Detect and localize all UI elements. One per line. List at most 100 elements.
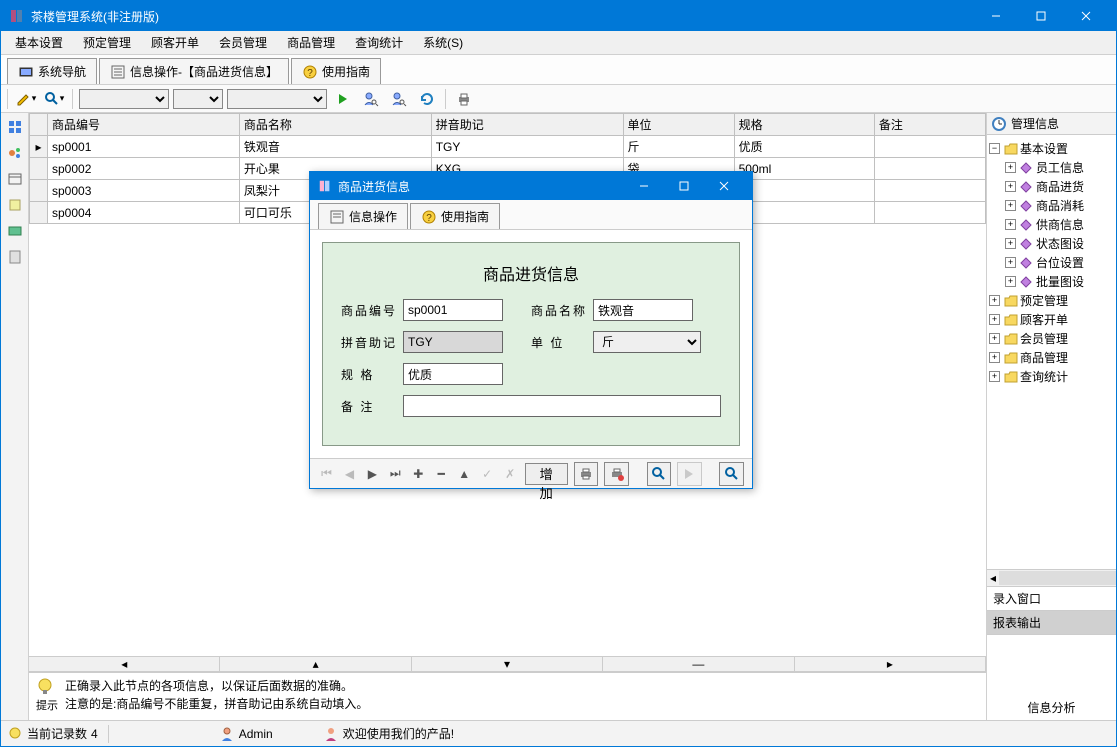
play-btn[interactable] [677, 462, 702, 486]
nav-last[interactable]: ⏭ [387, 465, 404, 483]
menu-reserve[interactable]: 预定管理 [73, 31, 141, 54]
nav-edit[interactable]: ▲ [456, 465, 473, 483]
print-add-btn[interactable] [604, 462, 629, 486]
nav-cancel[interactable]: ✗ [502, 465, 519, 483]
right-footer[interactable]: 信息分析 [987, 695, 1116, 720]
status-welcome: 欢迎使用我们的产品! [343, 725, 454, 742]
sidebar-btn-5[interactable] [5, 221, 25, 241]
preview-btn[interactable] [647, 462, 672, 486]
tree-collapse[interactable]: − [989, 143, 1000, 154]
print-button[interactable] [452, 88, 476, 110]
input-name[interactable] [593, 299, 693, 321]
edit-button[interactable]: ▾ [14, 88, 38, 110]
tree-node[interactable]: +台位设置 [989, 253, 1114, 272]
tree-node[interactable]: +批量图设 [989, 272, 1114, 291]
app-icon [318, 179, 332, 193]
col-remark[interactable]: 备注 [874, 114, 985, 136]
nav-del[interactable]: ━ [433, 465, 450, 483]
tab-help[interactable]: ? 使用指南 [291, 58, 381, 84]
sidebar-btn-3[interactable] [5, 169, 25, 189]
main-tabbar: 系统导航 信息操作-【商品进货信息】 ? 使用指南 [1, 55, 1116, 85]
nav-prev[interactable]: ◀ [341, 465, 358, 483]
dialog-tab-info[interactable]: 信息操作 [318, 203, 408, 229]
sidebar-btn-4[interactable] [5, 195, 25, 215]
tree-node[interactable]: +状态图设 [989, 234, 1114, 253]
right-scroll[interactable]: ◂ [987, 569, 1116, 587]
link-report[interactable]: 报表输出 [987, 611, 1116, 635]
menu-product[interactable]: 商品管理 [277, 31, 345, 54]
col-unit[interactable]: 单位 [623, 114, 734, 136]
filter-select-3[interactable] [227, 89, 327, 109]
sidebar-btn-1[interactable] [5, 117, 25, 137]
dialog-close[interactable] [704, 172, 744, 200]
user-search-button-2[interactable] [387, 88, 411, 110]
col-spec[interactable]: 规格 [734, 114, 874, 136]
status-user: Admin [239, 727, 273, 741]
user-search-button[interactable] [359, 88, 383, 110]
nav-add[interactable]: ✚ [410, 465, 427, 483]
tree-node[interactable]: +查询统计 [989, 367, 1114, 386]
select-unit[interactable]: 斤 [593, 331, 701, 353]
tree-node[interactable]: +顾客开单 [989, 310, 1114, 329]
dialog-tab-help[interactable]: ? 使用指南 [410, 203, 500, 229]
tree-node[interactable]: +商品进货 [989, 177, 1114, 196]
dialog-maximize[interactable] [664, 172, 704, 200]
tree-node[interactable]: +员工信息 [989, 158, 1114, 177]
menu-basic[interactable]: 基本设置 [5, 31, 73, 54]
menu-customer[interactable]: 顾客开单 [141, 31, 209, 54]
print-btn[interactable] [574, 462, 599, 486]
label-name: 商品名称 [531, 302, 587, 319]
menu-query[interactable]: 查询统计 [345, 31, 413, 54]
sidebar-btn-6[interactable] [5, 247, 25, 267]
home-icon [18, 64, 34, 80]
minimize-button[interactable] [973, 1, 1018, 31]
input-spec[interactable] [403, 363, 503, 385]
tab-nav[interactable]: 系统导航 [7, 58, 97, 84]
user-search-icon [363, 91, 379, 107]
dialog-minimize[interactable] [624, 172, 664, 200]
col-name[interactable]: 商品名称 [239, 114, 431, 136]
label-spec: 规 格 [341, 366, 397, 383]
search-icon [724, 466, 740, 482]
tip-line2: 注意的是:商品编号不能重复，拼音助记由系统自动填入。 [65, 695, 980, 713]
form-title: 商品进货信息 [341, 255, 721, 299]
tree-node[interactable]: +预定管理 [989, 291, 1114, 310]
input-remark[interactable] [403, 395, 721, 417]
tip-area: 提示 正确录入此节点的各项信息，以保证后面数据的准确。 注意的是:商品编号不能重… [29, 672, 986, 720]
nav-save[interactable]: ✓ [479, 465, 496, 483]
col-id[interactable]: 商品编号 [48, 114, 240, 136]
filter-select-1[interactable] [79, 89, 169, 109]
col-pinyin[interactable]: 拼音助记 [431, 114, 623, 136]
menu-system[interactable]: 系统(S) [413, 31, 473, 54]
records-label: 当前记录数 [27, 725, 87, 742]
nav-next[interactable]: ▶ [364, 465, 381, 483]
input-id[interactable] [403, 299, 503, 321]
window-title: 茶楼管理系统(非注册版) [31, 8, 973, 25]
splitter[interactable]: ◂▴▾—▸ [29, 656, 986, 672]
form-icon [329, 209, 345, 225]
filter-select-2[interactable] [173, 89, 223, 109]
preview2-btn[interactable] [719, 462, 744, 486]
label-remark: 备 注 [341, 398, 397, 415]
menu-member[interactable]: 会员管理 [209, 31, 277, 54]
menubar: 基本设置 预定管理 顾客开单 会员管理 商品管理 查询统计 系统(S) [1, 31, 1116, 55]
maximize-button[interactable] [1018, 1, 1063, 31]
nav-first[interactable]: ⏮ [318, 465, 335, 483]
search-button[interactable]: ▾ [42, 88, 66, 110]
tree[interactable]: − 基本设置 +员工信息+商品进货+商品消耗+供商信息+状态图设+台位设置+批量图… [987, 135, 1116, 569]
tree-node[interactable]: +商品管理 [989, 348, 1114, 367]
tip-line1: 正确录入此节点的各项信息，以保证后面数据的准确。 [65, 677, 980, 695]
dialog-titlebar[interactable]: 商品进货信息 [310, 172, 752, 200]
refresh-button[interactable] [415, 88, 439, 110]
link-input[interactable]: 录入窗口 [987, 587, 1116, 611]
table-row[interactable]: ▸sp0001铁观音TGY斤优质 [30, 136, 986, 158]
tab-info[interactable]: 信息操作-【商品进货信息】 [99, 58, 289, 84]
tree-node[interactable]: +供商信息 [989, 215, 1114, 234]
close-button[interactable] [1063, 1, 1108, 31]
sidebar-btn-2[interactable] [5, 143, 25, 163]
add-button[interactable]: 增加 [525, 463, 568, 485]
tree-root[interactable]: 基本设置 [1020, 140, 1068, 157]
run-button[interactable] [331, 88, 355, 110]
tree-node[interactable]: +商品消耗 [989, 196, 1114, 215]
tree-node[interactable]: +会员管理 [989, 329, 1114, 348]
